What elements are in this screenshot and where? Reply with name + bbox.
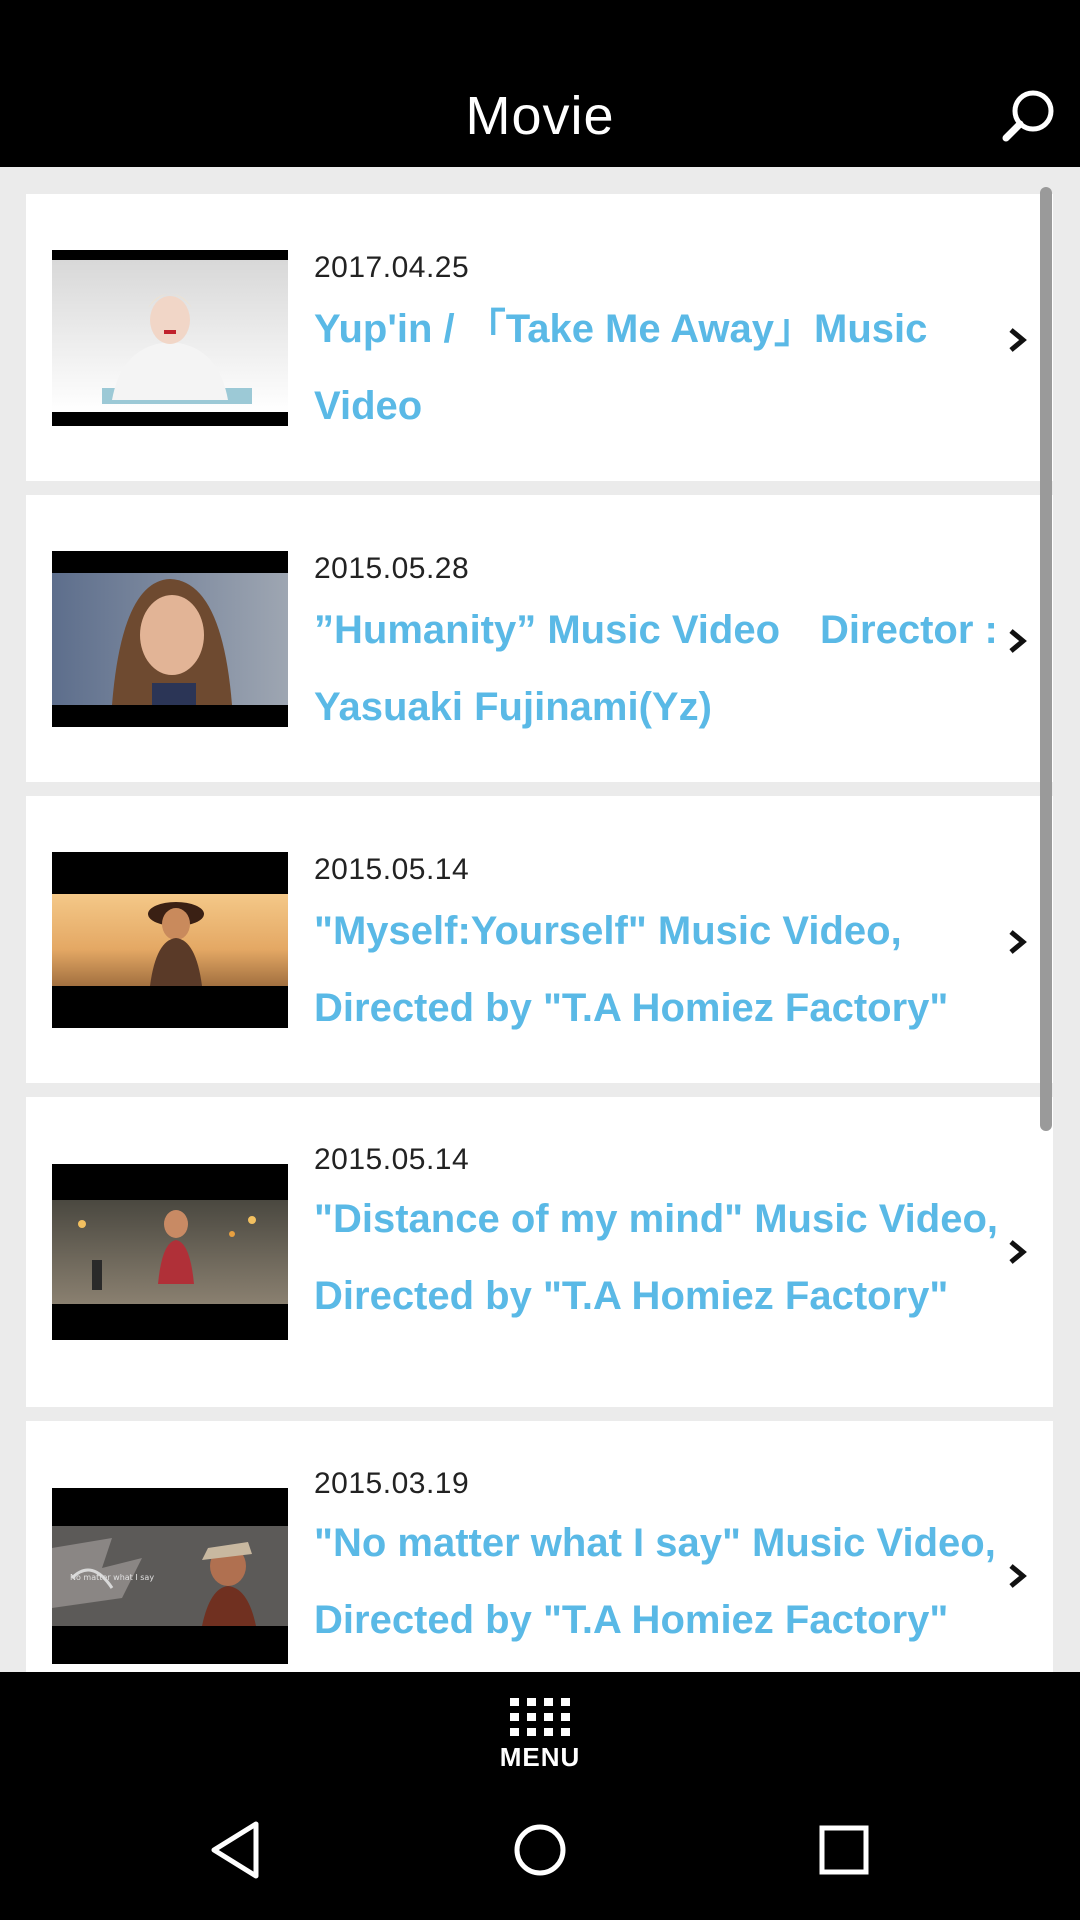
video-thumbnail xyxy=(52,551,288,727)
video-thumbnail xyxy=(52,852,288,1028)
scrollbar[interactable] xyxy=(1040,187,1052,1131)
grid-icon xyxy=(510,1698,570,1736)
video-list-item[interactable]: 2017.04.25 Yup'in / 「Take Me Away」Music … xyxy=(26,194,1053,481)
chevron-right-icon xyxy=(1009,1240,1027,1264)
video-title[interactable]: "Distance of my mind" Music Video, Direc… xyxy=(314,1181,1014,1335)
video-list-item[interactable]: 2015.05.14 "Distance of my mind" Music V… xyxy=(26,1097,1053,1407)
video-list-item[interactable]: No matter what I say 2015.03.19 "No matt… xyxy=(26,1421,1053,1672)
bottom-menu-bar: MENU xyxy=(0,1672,1080,1780)
video-date: 2015.03.19 xyxy=(314,1467,470,1500)
app-header: Movie xyxy=(0,0,1080,167)
chevron-right-icon xyxy=(1009,328,1027,352)
chevron-right-icon xyxy=(1009,930,1027,954)
chevron-right-icon xyxy=(1009,1564,1027,1588)
search-button[interactable] xyxy=(1000,86,1060,146)
video-list[interactable]: 2017.04.25 Yup'in / 「Take Me Away」Music … xyxy=(0,167,1080,1672)
video-list-item[interactable]: 2015.05.14 "Myself:Yourself" Music Video… xyxy=(26,796,1053,1083)
thumbnail-overlay-text: No matter what I say xyxy=(70,1573,154,1582)
page-title: Movie xyxy=(465,86,615,146)
video-title[interactable]: ”Humanity” Music Video Director : Yasuak… xyxy=(314,592,1014,746)
video-title[interactable]: "No matter what I say" Music Video, Dire… xyxy=(314,1505,1014,1659)
chevron-right-icon xyxy=(1009,629,1027,653)
video-thumbnail: No matter what I say xyxy=(52,1488,288,1664)
menu-button[interactable]: MENU xyxy=(480,1672,600,1780)
search-icon xyxy=(1002,90,1054,142)
video-list-item[interactable]: 2015.05.28 ”Humanity” Music Video Direct… xyxy=(26,495,1053,782)
video-thumbnail xyxy=(52,250,288,426)
menu-label: MENU xyxy=(499,1742,581,1772)
video-thumbnail xyxy=(52,1164,288,1340)
back-icon[interactable] xyxy=(198,1812,274,1888)
video-date: 2015.05.14 xyxy=(314,1143,470,1176)
home-icon[interactable] xyxy=(502,1812,578,1888)
video-title[interactable]: "Myself:Yourself" Music Video, Directed … xyxy=(314,893,1014,1047)
video-date: 2015.05.14 xyxy=(314,853,470,886)
recents-icon[interactable] xyxy=(806,1812,882,1888)
system-navigation-bar xyxy=(0,1780,1080,1920)
video-date: 2015.05.28 xyxy=(314,552,470,585)
video-date: 2017.04.25 xyxy=(314,251,470,284)
video-title[interactable]: Yup'in / 「Take Me Away」Music Video xyxy=(314,291,1014,445)
